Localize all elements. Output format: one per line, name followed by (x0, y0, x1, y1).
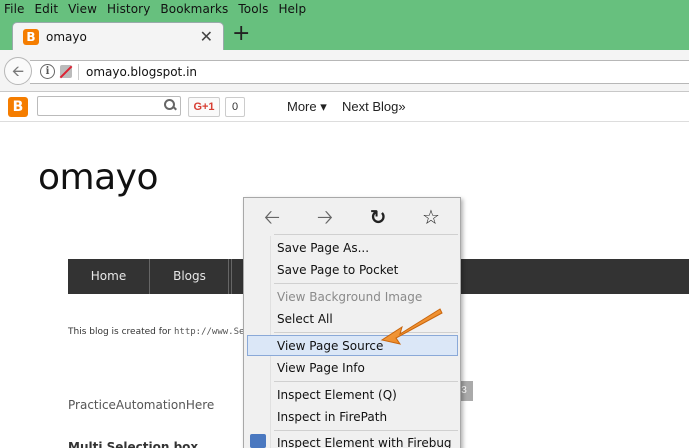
inspect-element-item[interactable]: Inspect Element (Q) (277, 388, 397, 402)
blog-title[interactable]: omayo (38, 157, 158, 198)
multi-selection-heading: Multi Selection box (68, 440, 199, 448)
browser-tab[interactable]: B omayo ✕ (12, 22, 224, 51)
tab-blogs[interactable]: Blogs (151, 259, 229, 294)
close-tab-icon[interactable]: ✕ (200, 27, 213, 46)
menu-bookmarks[interactable]: Bookmarks (160, 2, 228, 16)
next-blog-link[interactable]: Next Blog» (342, 99, 406, 114)
tab-title: omayo (46, 30, 87, 44)
intro-link[interactable]: http://www.Se (174, 327, 244, 337)
url-text[interactable]: omayo.blogspot.in (86, 65, 197, 79)
back-arrow-icon[interactable]: 🡠 (260, 206, 284, 228)
menu-view[interactable]: View (68, 2, 97, 16)
google-plus-button[interactable]: G+1 (188, 97, 220, 117)
firebug-icon (250, 434, 266, 448)
context-nav-row: 🡠 🡢 ↻ ☆ (244, 198, 460, 236)
tab-home[interactable]: Home (68, 259, 150, 294)
select-all-item[interactable]: Select All (277, 312, 333, 326)
forward-arrow-icon[interactable]: 🡢 (313, 206, 337, 228)
context-separator (274, 430, 458, 431)
menu-tools[interactable]: Tools (238, 2, 268, 16)
context-separator (274, 283, 458, 284)
navigation-bar: i omayo.blogspot.in 🡨 (0, 50, 689, 92)
menu-help[interactable]: Help (278, 2, 306, 16)
url-bar[interactable]: i omayo.blogspot.in (30, 60, 689, 84)
inspect-firebug-item[interactable]: Inspect Element with Firebug (277, 436, 452, 448)
view-page-info-item[interactable]: View Page Info (277, 361, 365, 375)
intro-label: This blog is created for (68, 327, 172, 337)
google-plus-count: 0 (225, 97, 245, 117)
intro-text: This blog is created for http://www.Se (68, 327, 244, 337)
blog-search-input[interactable] (38, 97, 163, 115)
menu-edit[interactable]: Edit (34, 2, 58, 16)
view-page-source-item[interactable]: View Page Source (277, 339, 383, 353)
tracking-protection-icon[interactable] (60, 65, 72, 78)
save-to-pocket-item[interactable]: Save Page to Pocket (277, 263, 398, 277)
save-page-as-item[interactable]: Save Page As... (277, 241, 369, 255)
bookmark-star-icon[interactable]: ☆ (419, 206, 443, 228)
back-button[interactable]: 🡨 (4, 57, 32, 85)
menu-history[interactable]: History (107, 2, 150, 16)
context-separator (274, 381, 458, 382)
practice-heading: PracticeAutomationHere (68, 398, 215, 412)
search-icon[interactable] (164, 99, 176, 111)
reload-icon[interactable]: ↻ (366, 206, 390, 228)
blogger-logo-icon[interactable]: B (8, 97, 28, 117)
menu-bar: File Edit View History Bookmarks Tools H… (0, 0, 689, 18)
context-separator (274, 234, 458, 235)
inspect-firepath-item[interactable]: Inspect in FirePath (277, 410, 387, 424)
more-menu[interactable]: More ▾ (287, 99, 327, 115)
blogger-navbar: B G+1 0 More ▾ Next Blog» (0, 92, 689, 122)
annotation-arrow-icon (380, 308, 443, 345)
info-icon[interactable]: i (40, 64, 55, 79)
blogger-favicon-icon: B (23, 29, 39, 45)
tab-divider (230, 259, 232, 294)
blog-search-box[interactable] (37, 96, 181, 116)
new-tab-button[interactable]: + (232, 21, 250, 47)
view-background-image-item: View Background Image (277, 290, 423, 304)
menu-file[interactable]: File (4, 2, 24, 16)
url-divider (78, 64, 79, 80)
tab-strip: B omayo ✕ + (0, 18, 689, 51)
